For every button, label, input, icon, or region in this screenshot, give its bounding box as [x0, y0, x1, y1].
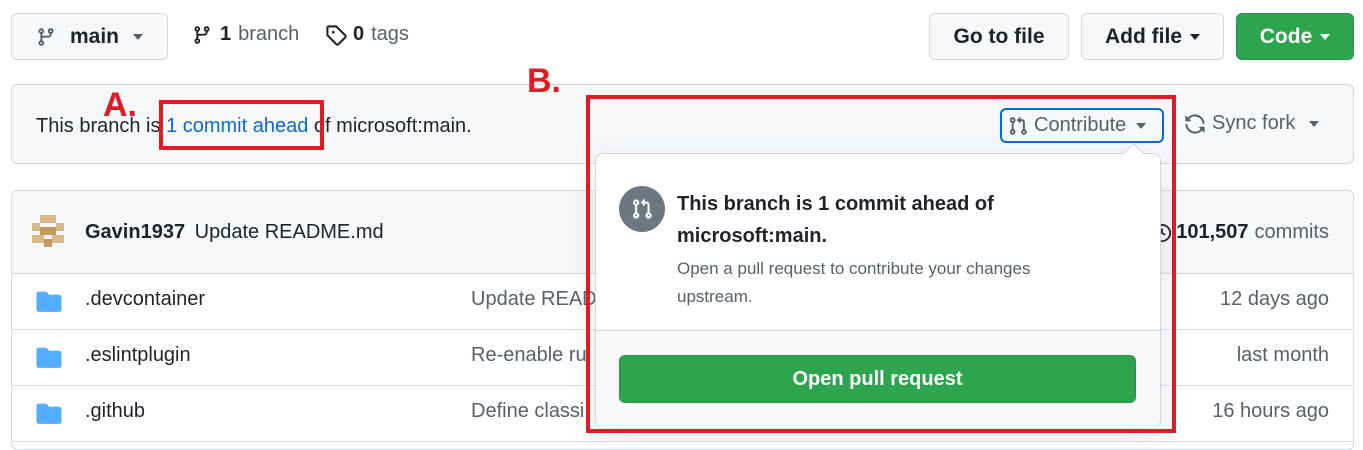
- branch-select-label: main: [70, 24, 120, 48]
- commits-count-link[interactable]: 101,507 commits: [1152, 221, 1329, 244]
- chevron-down-icon: [1309, 120, 1320, 127]
- tags-label: tags: [371, 23, 409, 45]
- branches-label: branch: [238, 23, 300, 45]
- sync-fork-label: Sync fork: [1212, 112, 1296, 134]
- chevron-down-icon: [1190, 33, 1200, 40]
- commit-author[interactable]: Gavin1937: [85, 221, 185, 243]
- file-name[interactable]: .devcontainer: [85, 288, 205, 311]
- code-label: Code: [1259, 24, 1313, 48]
- file-age: last month: [1236, 344, 1329, 366]
- file-age: 12 days ago: [1220, 288, 1329, 310]
- latest-commit-text: Gavin1937 Update README.md: [85, 221, 384, 244]
- commits-label: commits: [1254, 221, 1329, 243]
- folder-icon: [36, 290, 62, 312]
- annotation-label-b: B.: [527, 62, 561, 100]
- annotation-box-a: [159, 100, 324, 150]
- annotation-label-a: A.: [103, 86, 137, 124]
- file-age: 16 hours ago: [1212, 400, 1329, 422]
- tags-count: 0: [353, 23, 365, 45]
- add-file-label: Add file: [1105, 24, 1182, 48]
- folder-icon: [36, 402, 62, 424]
- git-branch-icon: [192, 24, 212, 46]
- file-commit-message[interactable]: Update READ: [471, 288, 597, 311]
- chevron-down-icon: [133, 33, 144, 40]
- tags-link[interactable]: 0 tags: [325, 23, 409, 46]
- file-name[interactable]: .github: [85, 400, 145, 423]
- add-file-button[interactable]: Add file: [1081, 13, 1224, 60]
- file-name[interactable]: .eslintplugin: [85, 344, 191, 367]
- file-commit-message[interactable]: Define classi: [471, 400, 584, 423]
- avatar[interactable]: [32, 215, 64, 247]
- commit-message[interactable]: Update README.md: [195, 221, 384, 243]
- file-commit-message[interactable]: Re-enable ru: [471, 344, 587, 367]
- folder-icon: [36, 346, 62, 368]
- branch-select-button[interactable]: main: [11, 13, 168, 60]
- git-branch-icon: [36, 26, 56, 48]
- banner-suffix: of microsoft:main.: [308, 115, 472, 137]
- tag-icon: [325, 24, 347, 46]
- branches-link[interactable]: 1 branch: [192, 23, 299, 46]
- branches-count: 1: [220, 23, 232, 45]
- go-to-file-button[interactable]: Go to file: [929, 13, 1069, 60]
- go-to-file-label: Go to file: [953, 24, 1045, 48]
- sync-fork-button[interactable]: Sync fork: [1184, 112, 1320, 135]
- code-button[interactable]: Code: [1236, 13, 1354, 60]
- annotation-box-b: [586, 95, 1176, 433]
- chevron-down-icon: [1320, 33, 1331, 40]
- sync-icon: [1184, 113, 1206, 135]
- banner-prefix: This branch is: [36, 115, 167, 137]
- commits-count: 101,507: [1176, 221, 1249, 243]
